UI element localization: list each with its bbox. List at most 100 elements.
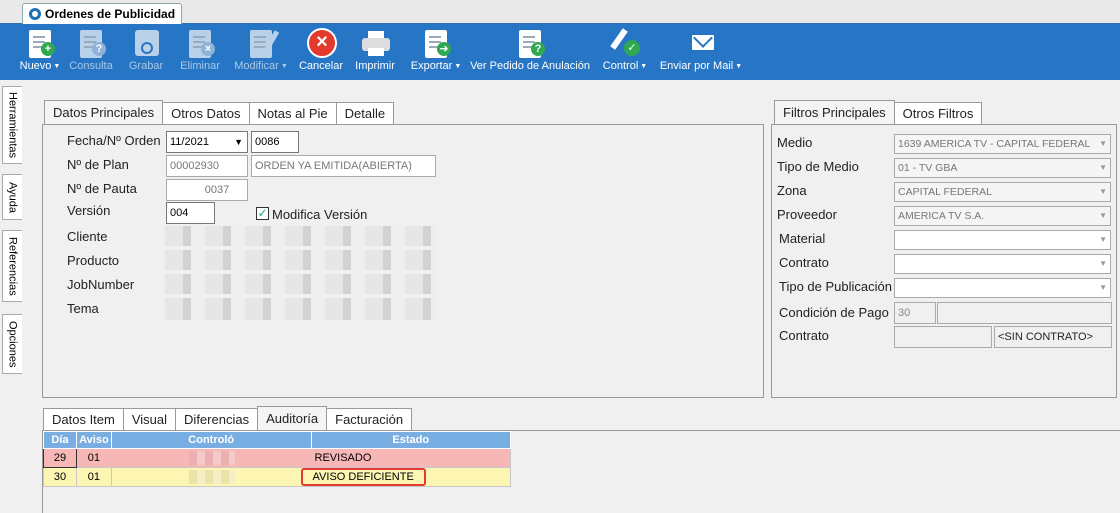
controlo-redacted: [188, 470, 235, 484]
document-tab[interactable]: Ordenes de Publicidad: [22, 3, 183, 24]
version-label: Versión: [67, 203, 111, 218]
cell-controlo[interactable]: [110, 467, 312, 487]
contrato-code-field[interactable]: [894, 326, 992, 348]
chevron-down-icon: ▼: [1099, 259, 1107, 268]
orden-number-input[interactable]: 0086: [251, 131, 299, 153]
ver-pedido-anulacion-label: Ver Pedido de Anulación: [470, 60, 590, 72]
medio-select[interactable]: 1639 AMERICA TV - CAPITAL FEDERAL ▼: [894, 134, 1111, 154]
chevron-down-icon: ▼: [1099, 139, 1107, 148]
cliente-field-redacted: [165, 226, 437, 246]
tab-filtros-principales[interactable]: Filtros Principales: [774, 100, 895, 124]
modificar-label: Modificar: [234, 60, 279, 72]
tipo-publicacion-select[interactable]: ▼: [894, 278, 1111, 298]
sidebar-tab-label: Referencias: [6, 236, 19, 296]
tema-field-redacted: [165, 298, 437, 320]
export-document-icon: ➜: [421, 28, 451, 58]
table-row[interactable]: 30 01 AVISO DEFICIENTE: [43, 467, 512, 487]
tab-visual[interactable]: Visual: [122, 408, 177, 430]
control-button[interactable]: ✓ Control ▼: [600, 24, 650, 80]
email-icon: [686, 28, 716, 58]
consulta-button[interactable]: ? Consulta: [68, 24, 114, 80]
version-input[interactable]: 004: [166, 202, 215, 224]
tab-datos-principales[interactable]: Datos Principales: [44, 100, 164, 124]
sidebar-tab-label: Opciones: [6, 320, 19, 368]
sidebar-tab-referencias[interactable]: Referencias: [2, 230, 22, 302]
zona-label: Zona: [777, 183, 807, 198]
producto-field-redacted: [165, 250, 437, 270]
main-tab-strip: Datos Principales Otros Datos Notas al P…: [44, 100, 395, 124]
sidebar-tab-ayuda[interactable]: Ayuda: [2, 174, 22, 220]
tab-datos-item[interactable]: Datos Item: [43, 408, 124, 430]
jobnumber-field-redacted: [165, 274, 437, 294]
eliminar-button[interactable]: × Eliminar: [176, 24, 224, 80]
tab-facturacion[interactable]: Facturación: [326, 408, 413, 430]
material-select[interactable]: ▼: [894, 230, 1111, 250]
tipo-medio-select[interactable]: 01 - TV GBA ▼: [894, 158, 1111, 178]
document-tab-title: Ordenes de Publicidad: [45, 7, 176, 21]
sidebar-tab-opciones[interactable]: Opciones: [2, 314, 22, 374]
tab-detalle[interactable]: Detalle: [335, 102, 395, 124]
cell-estado[interactable]: AVISO DEFICIENTE: [300, 467, 512, 487]
auditoria-table: Día Aviso Controló Estado 29 01 REVISADO…: [43, 431, 512, 487]
ver-pedido-anulacion-button[interactable]: ? Ver Pedido de Anulación: [470, 24, 590, 80]
fecha-select[interactable]: 11/2021 ▼: [166, 131, 248, 153]
proveedor-select[interactable]: AMERICA TV S.A. ▼: [894, 206, 1111, 226]
plan-label: Nº de Plan: [67, 157, 129, 172]
app-logo-icon: [29, 8, 41, 20]
cancelar-button[interactable]: × Cancelar: [298, 24, 344, 80]
enviar-mail-label: Enviar por Mail: [659, 60, 734, 72]
printer-icon: [360, 28, 390, 58]
tab-auditoria[interactable]: Auditoría: [257, 406, 328, 430]
tab-otros-filtros[interactable]: Otros Filtros: [893, 102, 983, 124]
condicion-pago-code[interactable]: 30: [894, 302, 936, 324]
cancel-request-icon: ?: [515, 28, 545, 58]
fecha-orden-label: Fecha/Nº Orden: [67, 133, 161, 148]
tema-label: Tema: [67, 301, 99, 316]
modifica-version-checkbox[interactable]: ✓: [256, 207, 269, 220]
column-header-dia[interactable]: Día: [43, 431, 77, 449]
control-label: Control: [602, 60, 639, 72]
enviar-mail-button[interactable]: Enviar por Mail ▼: [658, 24, 744, 80]
fecha-value: 11/2021: [170, 136, 209, 148]
approve-pen-icon: ✓: [610, 28, 640, 58]
contrato2-label: Contrato: [779, 328, 829, 343]
sidebar-tab-herramientas[interactable]: Herramientas: [2, 86, 22, 164]
nuevo-button[interactable]: + Nuevo ▼: [18, 24, 62, 80]
tipo-medio-value: 01 - TV GBA: [898, 162, 958, 174]
cell-aviso[interactable]: 01: [75, 467, 112, 487]
cell-dia[interactable]: 30: [43, 467, 77, 487]
consulta-label: Consulta: [69, 60, 113, 72]
cell-aviso[interactable]: 01: [75, 448, 112, 468]
exportar-button[interactable]: ➜ Exportar ▼: [408, 24, 464, 80]
plan-number-field: 00002930: [166, 155, 248, 177]
cell-dia[interactable]: 29: [43, 448, 77, 468]
zona-select[interactable]: CAPITAL FEDERAL ▼: [894, 182, 1111, 202]
cell-estado[interactable]: REVISADO: [310, 448, 512, 468]
tab-diferencias[interactable]: Diferencias: [175, 408, 259, 430]
tab-otros-datos[interactable]: Otros Datos: [162, 102, 250, 124]
column-header-aviso[interactable]: Aviso: [75, 431, 112, 449]
medio-label: Medio: [777, 135, 813, 150]
contrato-select[interactable]: ▼: [894, 254, 1111, 274]
imprimir-button[interactable]: Imprimir: [352, 24, 398, 80]
producto-label: Producto: [67, 253, 120, 268]
exportar-label: Exportar: [410, 60, 453, 72]
column-header-controlo[interactable]: Controló: [110, 431, 312, 449]
sidebar-tab-label: Herramientas: [6, 91, 19, 159]
chevron-down-icon: ▼: [1099, 163, 1107, 172]
chevron-down-icon: ▼: [1099, 283, 1107, 292]
chevron-down-icon: ▼: [735, 62, 743, 70]
table-row[interactable]: 29 01 REVISADO: [43, 448, 512, 468]
tab-notas-al-pie[interactable]: Notas al Pie: [248, 102, 337, 124]
edit-document-icon: [246, 28, 280, 58]
delete-document-icon: ×: [185, 28, 215, 58]
pauta-number-field: 0037: [166, 179, 248, 201]
sidebar-tab-label: Ayuda: [6, 181, 19, 213]
grabar-button[interactable]: Grabar: [124, 24, 168, 80]
modificar-button[interactable]: Modificar ▼: [232, 24, 290, 80]
cell-controlo[interactable]: [110, 448, 312, 468]
estado-highlight: AVISO DEFICIENTE: [300, 468, 426, 486]
column-header-estado[interactable]: Estado: [310, 431, 512, 449]
proveedor-value: AMERICA TV S.A.: [898, 210, 985, 222]
chevron-down-icon: ▼: [1099, 235, 1107, 244]
